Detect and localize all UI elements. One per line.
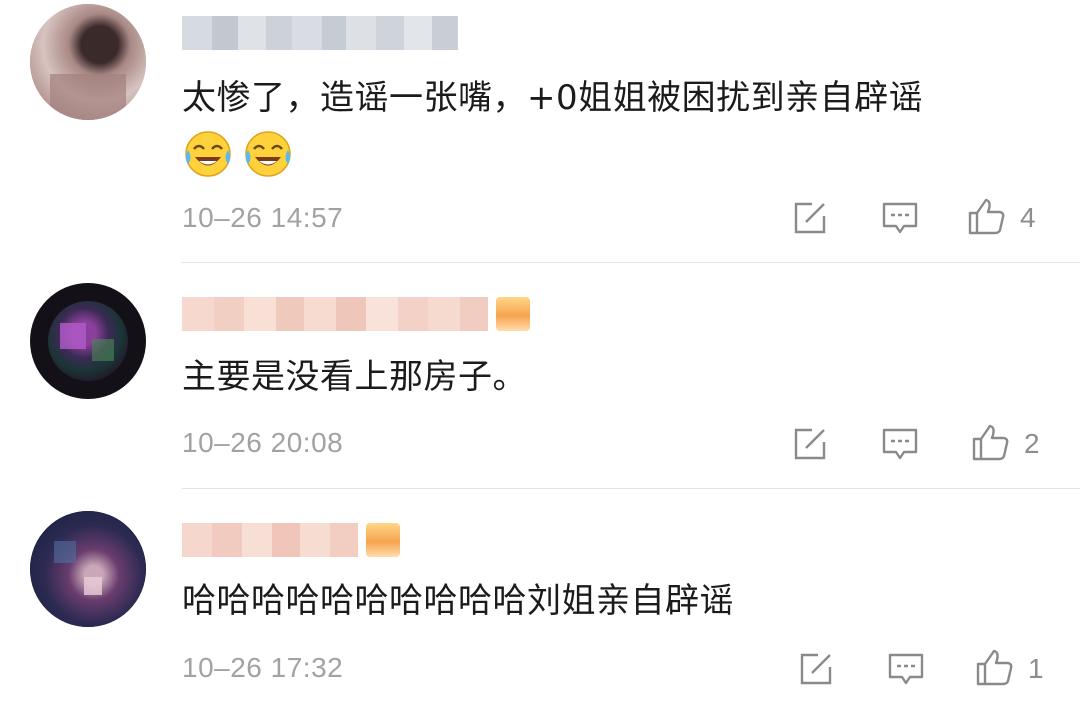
crying-laughing-emoji-icon <box>245 131 291 177</box>
comment-text: 主要是没看上那房子。 <box>182 357 527 397</box>
comment-icon[interactable] <box>880 198 920 238</box>
crying-laughing-emoji-icon <box>185 131 231 177</box>
emoji-row <box>182 128 294 180</box>
username-blurred[interactable] <box>182 16 458 50</box>
like-count: 4 <box>1020 202 1036 233</box>
avatar[interactable] <box>30 4 146 120</box>
thumbs-up-icon[interactable] <box>966 196 1006 236</box>
vip-badge-icon <box>496 297 530 331</box>
share-edit-icon[interactable] <box>796 649 836 689</box>
avatar[interactable] <box>30 511 146 627</box>
comment-text: 哈哈哈哈哈哈哈哈哈哈刘姐亲自辟谣 <box>182 581 734 621</box>
timestamp: 10–26 14:57 <box>182 202 344 233</box>
share-edit-icon[interactable] <box>790 424 830 464</box>
vip-badge-icon <box>366 523 400 557</box>
timestamp: 10–26 20:08 <box>182 427 344 458</box>
avatar[interactable] <box>30 283 146 399</box>
like-count: 1 <box>1028 653 1044 684</box>
comment-actions: 1 <box>796 647 1080 695</box>
thumbs-up-icon[interactable] <box>970 422 1010 462</box>
comment-actions: 2 <box>790 422 1080 470</box>
comment-icon[interactable] <box>886 649 926 689</box>
thumbs-up-icon[interactable] <box>974 647 1014 687</box>
comment-item: 太惨了，造谣一张嘴，+0姐姐被困扰到亲自辟谣 10–26 14:57 4 <box>0 0 1080 263</box>
comment-icon[interactable] <box>880 424 920 464</box>
comment-item: 哈哈哈哈哈哈哈哈哈哈刘姐亲自辟谣 10–26 17:32 1 <box>0 489 1080 714</box>
share-edit-icon[interactable] <box>790 198 830 238</box>
comment-actions: 4 <box>790 196 1080 244</box>
comment-item: 主要是没看上那房子。 10–26 20:08 2 <box>0 263 1080 489</box>
comment-text: 太惨了，造谣一张嘴，+0姐姐被困扰到亲自辟谣 <box>182 78 924 118</box>
timestamp: 10–26 17:32 <box>182 652 344 683</box>
username-blurred[interactable] <box>182 523 400 557</box>
username-blurred[interactable] <box>182 297 530 331</box>
like-count: 2 <box>1024 428 1040 459</box>
